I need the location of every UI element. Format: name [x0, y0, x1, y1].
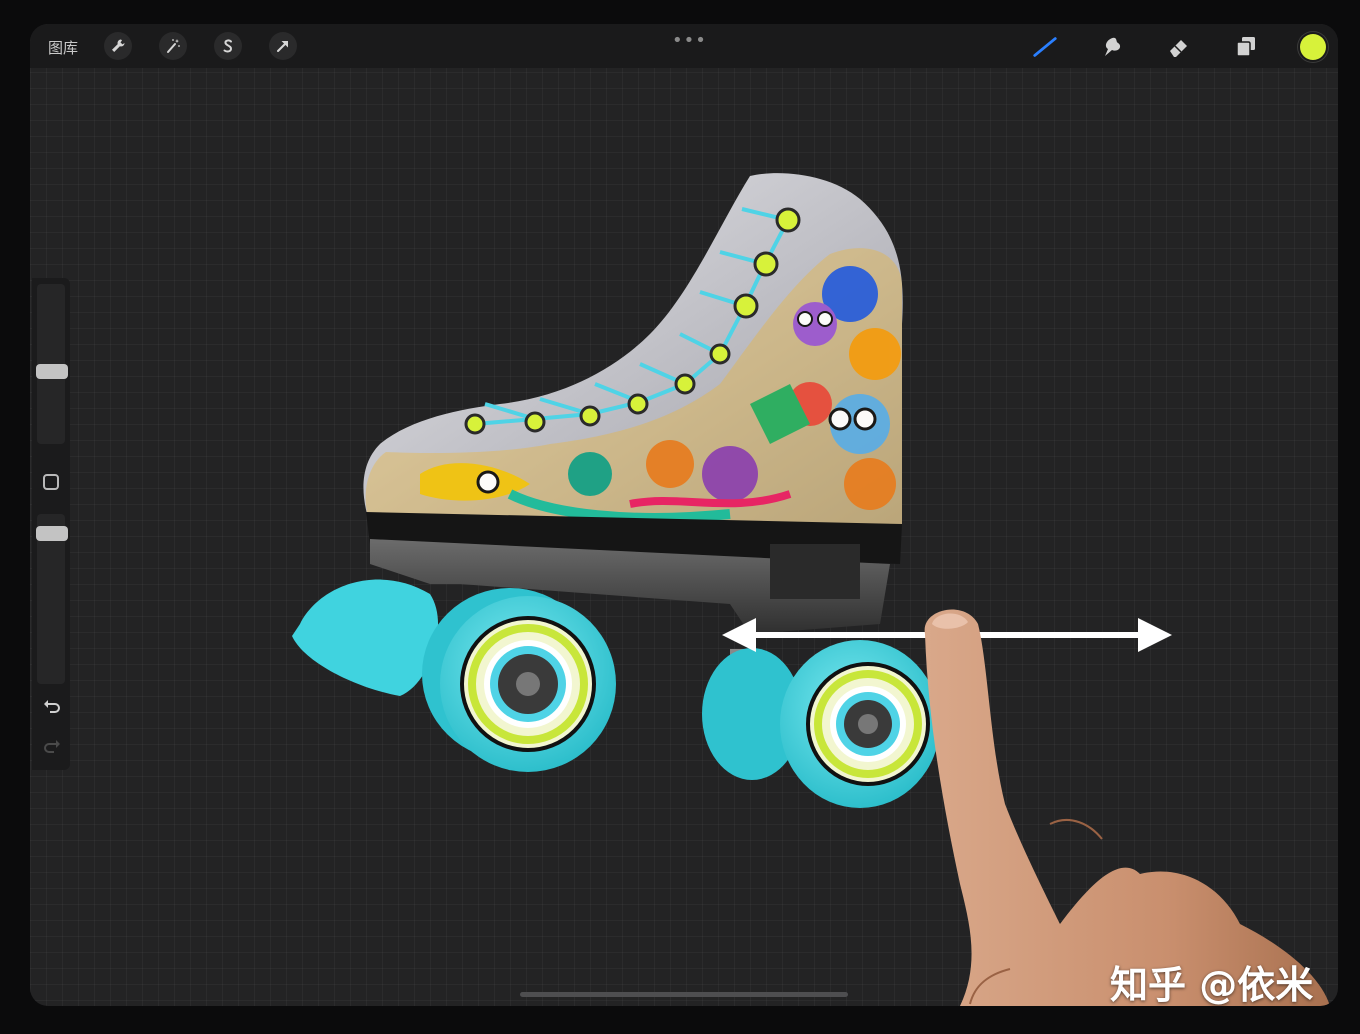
procreate-canvas-screen: 图库 ••• 知乎 @依米: [30, 24, 1338, 1006]
home-indicator[interactable]: [520, 992, 848, 997]
back-wheel: [702, 640, 940, 808]
toe-stop: [292, 579, 439, 696]
skate-boot: [363, 173, 903, 564]
finger-gesture: [924, 609, 1330, 1006]
front-wheel: [422, 588, 616, 772]
roller-skate-illustration: [292, 173, 1330, 1006]
watermark-text: 知乎 @依米: [1110, 963, 1314, 1006]
